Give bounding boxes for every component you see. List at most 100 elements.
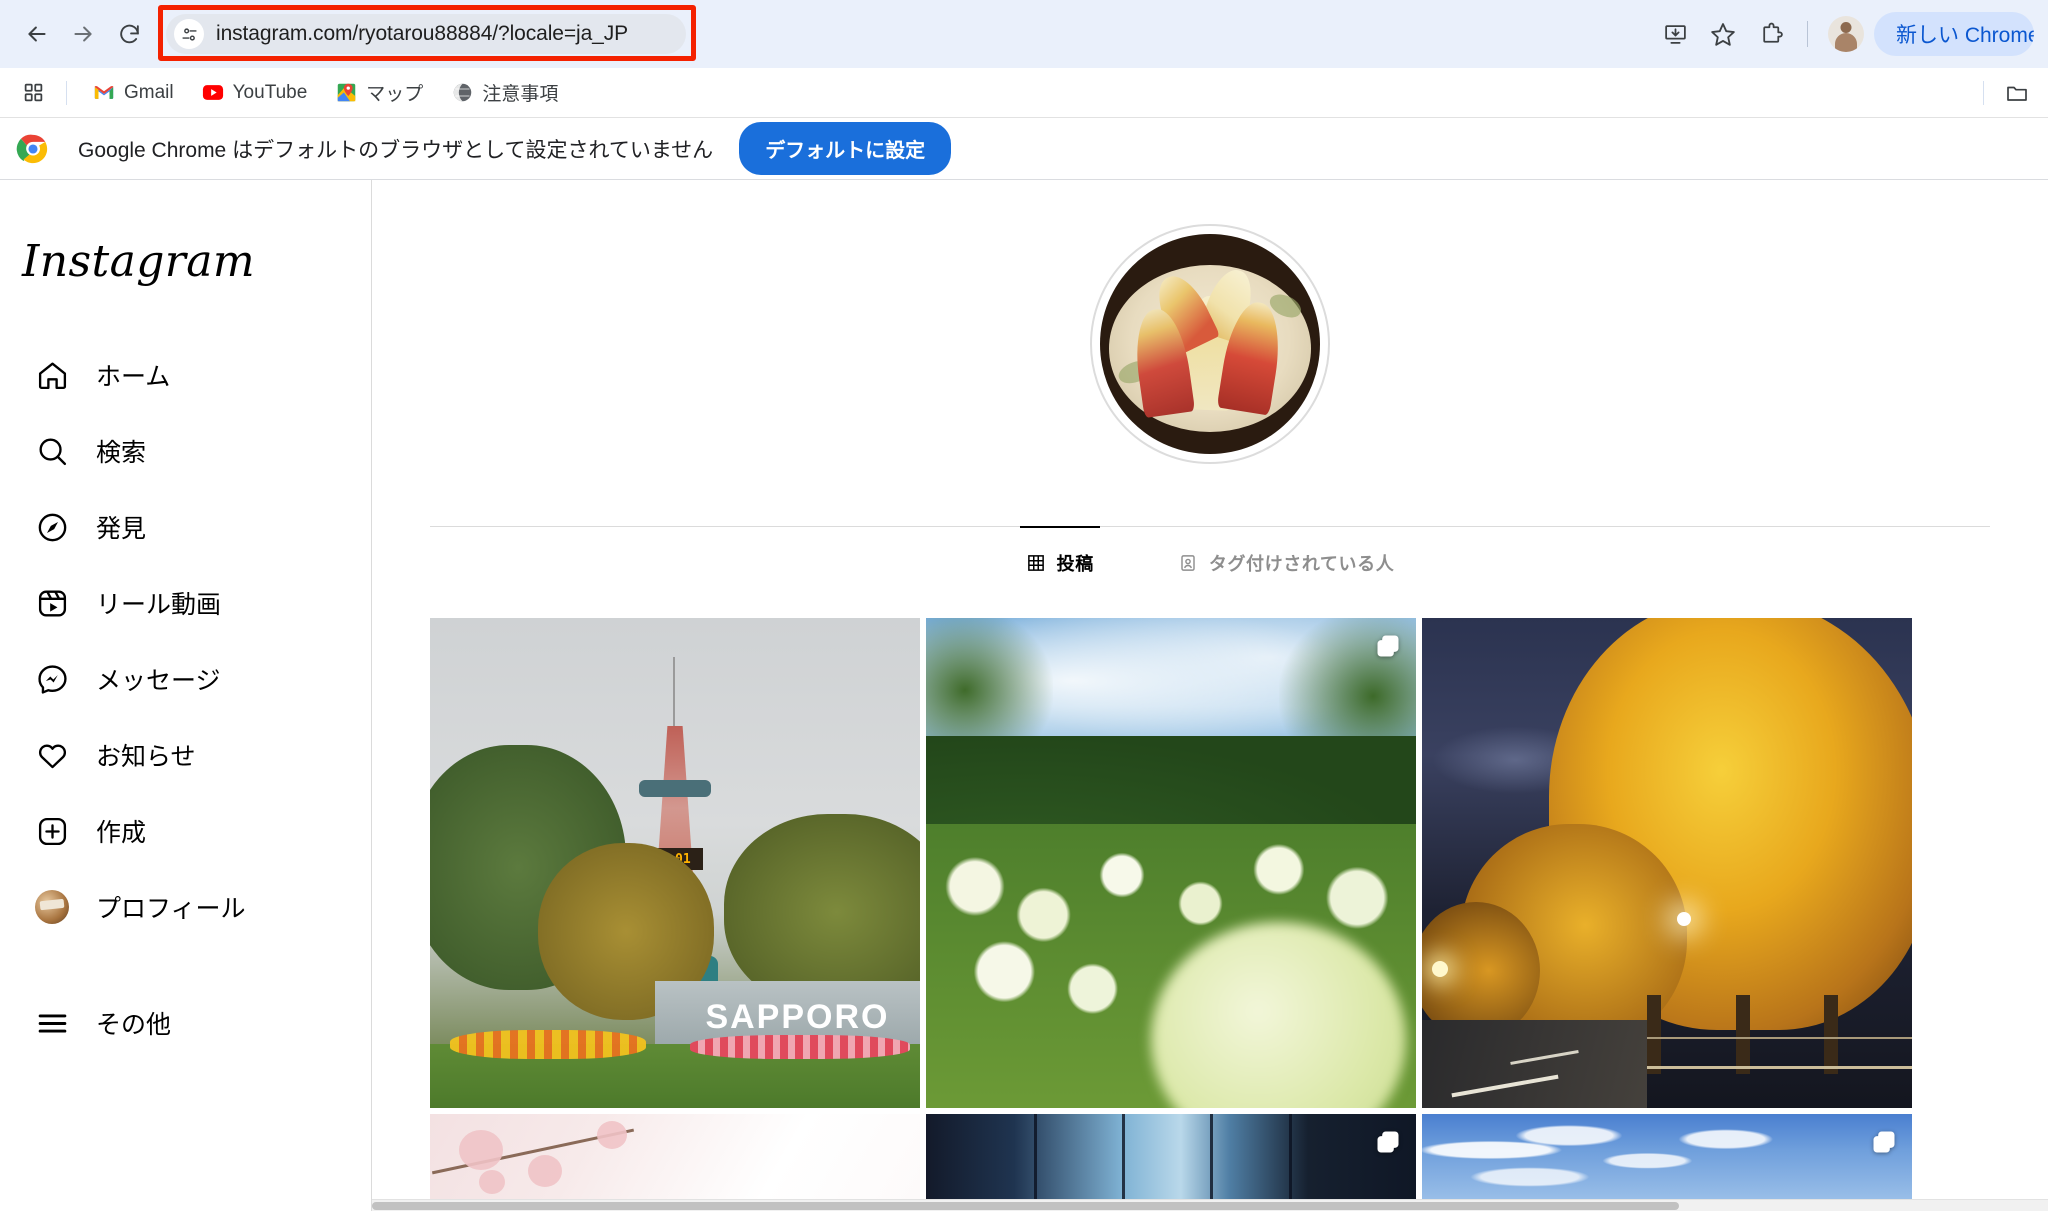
gmail-icon <box>93 82 115 104</box>
carousel-icon <box>1374 1128 1402 1156</box>
light-glow <box>1676 912 1691 926</box>
reels-icon <box>32 583 72 623</box>
profile-header <box>372 180 2048 464</box>
street-lamp <box>1431 961 1448 977</box>
default-browser-banner: Google Chrome はデフォルトのブラウザとして設定されていません デフ… <box>0 118 2048 180</box>
profile-main: 投稿 タグ付けされている人 4 <box>372 180 2048 1211</box>
sidebar-item-label: 検索 <box>96 439 147 467</box>
profile-picture[interactable] <box>1100 234 1320 454</box>
sidebar-item-create[interactable]: 作成 <box>10 795 361 867</box>
sapporo-sign-text: SAPPORO <box>705 997 890 1036</box>
scrollbar-thumb[interactable] <box>372 1202 1680 1210</box>
toolbar-actions: 新しい Chrome をご利 <box>1653 12 2034 56</box>
other-bookmarks-folder-icon[interactable] <box>2002 78 2032 108</box>
window-mullion <box>1210 1114 1214 1204</box>
window-mullion <box>1033 1114 1037 1204</box>
bookmark-label: マップ <box>366 84 424 105</box>
avatar-head <box>1840 22 1852 34</box>
carousel-icon <box>1870 1128 1898 1156</box>
post-grid-row-2 <box>372 1114 2048 1204</box>
profile-tabs: 投稿 タグ付けされている人 <box>430 526 1990 596</box>
sidebar-item-label: ホーム <box>96 363 171 391</box>
page-body: Instagram ホーム 検索 発見 リール動画 メッセージ お知らせ 作成 … <box>0 180 2048 1211</box>
post-thumbnail[interactable] <box>1422 618 1912 1108</box>
chrome-promo-button[interactable]: 新しい Chrome をご利 <box>1874 12 2034 56</box>
instagram-logo[interactable]: Instagram <box>0 214 371 287</box>
address-bar[interactable]: instagram.com/ryotarou88884/?locale=ja_J… <box>166 14 686 54</box>
tab-posts[interactable]: 投稿 <box>1019 526 1100 596</box>
instagram-sidebar: Instagram ホーム 検索 発見 リール動画 メッセージ お知らせ 作成 … <box>0 180 372 1211</box>
bookmark-label: Gmail <box>124 81 174 103</box>
horizontal-scrollbar[interactable] <box>372 1199 2048 1211</box>
home-icon <box>32 355 72 395</box>
cherry-blossom <box>479 1169 505 1194</box>
flower-bed <box>449 1029 646 1059</box>
banner-message: Google Chrome はデフォルトのブラウザとして設定されていません <box>78 138 714 162</box>
post-thumbnail[interactable] <box>430 1114 920 1204</box>
avatar-body <box>1835 33 1857 52</box>
set-default-button[interactable]: デフォルトに設定 <box>739 122 952 175</box>
cherry-blossom <box>528 1155 562 1188</box>
tab-label: 投稿 <box>1056 554 1094 574</box>
sidebar-item-label: お知らせ <box>96 743 196 771</box>
cherry-blossom <box>459 1130 504 1171</box>
tab-tagged[interactable]: タグ付けされている人 <box>1172 526 1400 596</box>
post-thumbnail[interactable]: 4:01 SAPPORO <box>430 618 920 1108</box>
sidebar-item-label: 作成 <box>96 819 147 847</box>
grid-icon <box>1026 553 1046 573</box>
post-thumbnail[interactable] <box>926 618 1416 1108</box>
sidebar-item-label: リール動画 <box>96 591 222 619</box>
sidebar-item-profile[interactable]: プロフィール <box>10 871 361 943</box>
chrome-logo-icon <box>16 132 50 166</box>
sidebar-item-reels[interactable]: リール動画 <box>10 567 361 639</box>
youtube-icon <box>202 82 224 104</box>
foliage-shape <box>926 618 1054 746</box>
bookmark-gmail[interactable]: Gmail <box>83 77 184 109</box>
profile-picture-ring[interactable] <box>1090 224 1330 464</box>
omnibox-container[interactable]: instagram.com/ryotarou88884/?locale=ja_J… <box>158 5 696 61</box>
sidebar-item-explore[interactable]: 発見 <box>10 491 361 563</box>
tag-person-icon <box>1178 553 1198 573</box>
bookmark-maps[interactable]: マップ <box>325 74 433 111</box>
tab-label: タグ付けされている人 <box>1208 554 1395 574</box>
cloud-pattern <box>1422 1114 1912 1204</box>
avatar-icon <box>32 887 72 927</box>
reload-button[interactable] <box>106 11 152 57</box>
hamburger-icon <box>32 1003 72 1043</box>
toolbar-divider <box>1807 21 1808 47</box>
carousel-icon <box>1374 632 1402 660</box>
post-thumbnail[interactable] <box>1422 1114 1912 1204</box>
sidebar-item-more[interactable]: その他 <box>10 987 361 1059</box>
forward-button[interactable] <box>60 11 106 57</box>
flower-bed <box>689 1034 911 1059</box>
bookmark-youtube[interactable]: YouTube <box>192 77 318 109</box>
extensions-puzzle-icon[interactable] <box>1749 12 1793 56</box>
back-button[interactable] <box>14 11 60 57</box>
heart-icon <box>32 735 72 775</box>
sidebar-item-label: プロフィール <box>96 895 246 923</box>
browser-toolbar: instagram.com/ryotarou88884/?locale=ja_J… <box>0 0 2048 68</box>
globe-icon <box>451 82 473 104</box>
sidebar-nav: ホーム 検索 発見 リール動画 メッセージ お知らせ 作成 プロフィール その他 <box>0 339 371 1059</box>
post-grid: 4:01 SAPPORO <box>372 618 2048 1108</box>
profile-avatar-button[interactable] <box>1828 16 1864 52</box>
site-settings-icon[interactable] <box>174 19 204 49</box>
bookmark-notes[interactable]: 注意事項 <box>441 74 568 111</box>
bookmarks-divider <box>66 80 67 105</box>
sidebar-item-search[interactable]: 検索 <box>10 415 361 487</box>
install-app-icon[interactable] <box>1653 12 1697 56</box>
tree-trunk <box>1823 995 1838 1074</box>
tower-observation-deck <box>639 779 711 797</box>
sidebar-item-home[interactable]: ホーム <box>10 339 361 411</box>
sidebar-item-messages[interactable]: メッセージ <box>10 643 361 715</box>
tree-trunk <box>1647 995 1662 1074</box>
bookmark-label: YouTube <box>232 81 308 103</box>
post-thumbnail[interactable] <box>926 1114 1416 1204</box>
sidebar-item-label: メッセージ <box>96 667 221 695</box>
messenger-icon <box>32 659 72 699</box>
sidebar-item-label: 発見 <box>96 515 147 543</box>
bookmark-star-icon[interactable] <box>1701 12 1745 56</box>
cherry-blossom <box>596 1121 627 1150</box>
sidebar-item-notifications[interactable]: お知らせ <box>10 719 361 791</box>
apps-grid-icon[interactable] <box>16 76 50 110</box>
